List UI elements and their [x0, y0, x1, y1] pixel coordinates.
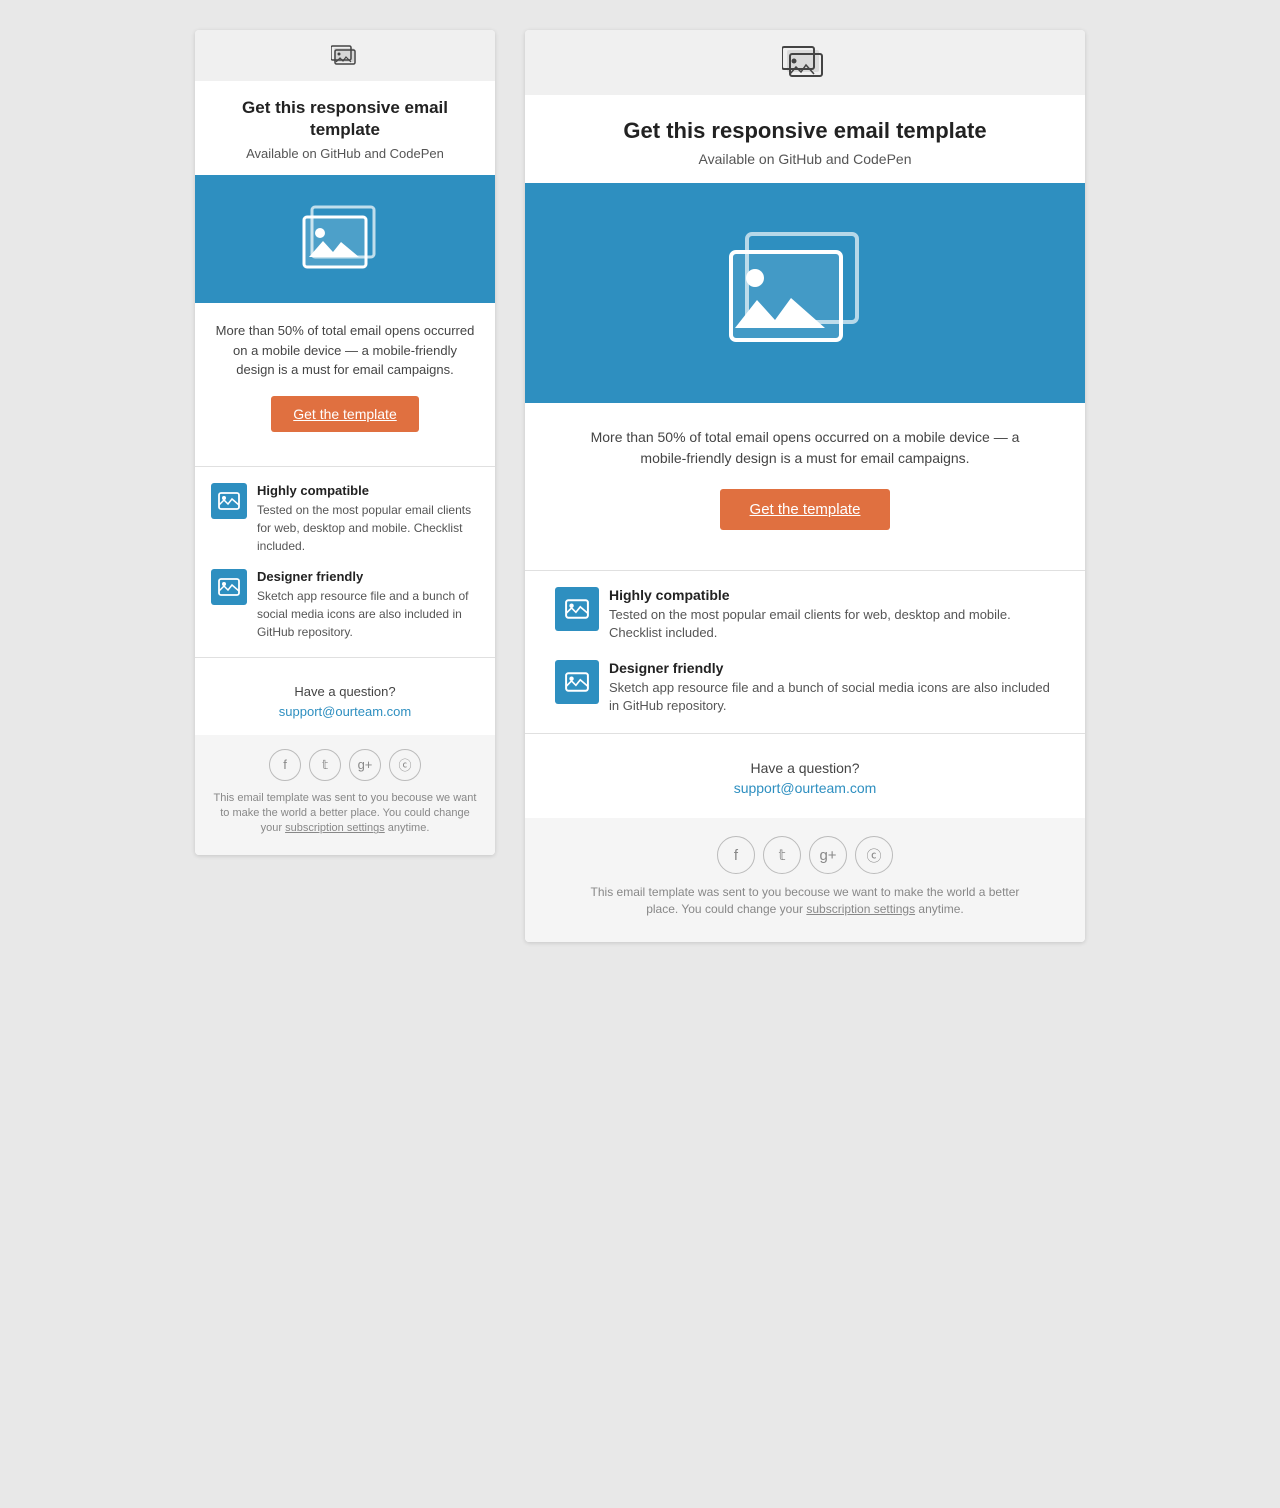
mobile-subscription-link[interactable]: subscription settings — [285, 822, 385, 834]
desktop-facebook-icon[interactable]: f — [717, 836, 755, 874]
desktop-feature-2: Designer friendly Sketch app resource fi… — [555, 660, 1055, 715]
desktop-hero-banner — [525, 183, 1085, 403]
desktop-feature-1: Highly compatible Tested on the most pop… — [555, 587, 1055, 642]
desktop-card-header: Get this responsive email template Avail… — [525, 95, 1085, 183]
mobile-top-icon-area — [195, 30, 495, 81]
desktop-twitter-icon[interactable]: 𝕥 — [763, 836, 801, 874]
mobile-hero-banner — [195, 175, 495, 303]
desktop-title: Get this responsive email template — [565, 117, 1045, 146]
desktop-feature-body-1: Tested on the most popular email clients… — [609, 607, 1011, 640]
desktop-googleplus-icon[interactable]: g+ — [809, 836, 847, 874]
mobile-footer-contact: Have a question? support@ourteam.com — [195, 674, 495, 735]
mobile-feature-2: Designer friendly Sketch app resource fi… — [211, 569, 479, 641]
desktop-social-bar: f 𝕥 g+ ⓒ This email template was sent to… — [525, 818, 1085, 942]
image-icon-desktop-feature-2 — [565, 672, 589, 692]
desktop-email-link[interactable]: support@ourteam.com — [734, 780, 877, 796]
image-stack-icon-small — [331, 44, 359, 66]
desktop-feature-text-1: Highly compatible Tested on the most pop… — [609, 587, 1055, 642]
desktop-email-card: Get this responsive email template Avail… — [525, 30, 1085, 942]
image-stack-icon-large — [782, 44, 828, 80]
desktop-footer-contact: Have a question? support@ourteam.com — [525, 750, 1085, 818]
instagram-icon[interactable]: ⓒ — [389, 749, 421, 781]
desktop-social-icons: f 𝕥 g+ ⓒ — [525, 836, 1085, 874]
mobile-cta-button[interactable]: Get the template — [271, 396, 419, 432]
mobile-description: More than 50% of total email opens occur… — [215, 321, 475, 380]
mobile-feature-text-1: Highly compatible Tested on the most pop… — [257, 483, 479, 555]
desktop-description: More than 50% of total email opens occur… — [575, 427, 1035, 469]
desktop-subscription-link[interactable]: subscription settings — [806, 902, 915, 916]
mobile-feature-title-2: Designer friendly — [257, 569, 479, 584]
mobile-body: More than 50% of total email opens occur… — [195, 303, 495, 450]
desktop-body: More than 50% of total email opens occur… — [525, 403, 1085, 554]
desktop-feature-title-2: Designer friendly — [609, 660, 1055, 676]
mobile-social-icons: f 𝕥 g+ ⓒ — [195, 749, 495, 781]
mobile-email-link[interactable]: support@ourteam.com — [279, 704, 411, 719]
mobile-footer-note: This email template was sent to you beco… — [195, 791, 495, 847]
mobile-card-header: Get this responsive email template Avail… — [195, 81, 495, 175]
mobile-social-bar: f 𝕥 g+ ⓒ This email template was sent to… — [195, 735, 495, 855]
desktop-instagram-icon[interactable]: ⓒ — [855, 836, 893, 874]
mobile-divider-2 — [195, 657, 495, 658]
desktop-footer-end: anytime. — [915, 902, 964, 916]
mobile-feature-body-1: Tested on the most popular email clients… — [257, 503, 471, 553]
mobile-feature-icon-1 — [211, 483, 247, 519]
desktop-feature-text-2: Designer friendly Sketch app resource fi… — [609, 660, 1055, 715]
mobile-feature-icon-2 — [211, 569, 247, 605]
desktop-feature-icon-1 — [555, 587, 599, 631]
twitter-icon[interactable]: 𝕥 — [309, 749, 341, 781]
mobile-feature-1: Highly compatible Tested on the most pop… — [211, 483, 479, 555]
mobile-divider-1 — [195, 466, 495, 467]
googleplus-icon[interactable]: g+ — [349, 749, 381, 781]
mobile-feature-text-2: Designer friendly Sketch app resource fi… — [257, 569, 479, 641]
mobile-subtitle: Available on GitHub and CodePen — [215, 146, 475, 161]
mobile-hero-icon — [300, 203, 390, 275]
desktop-footer-note: This email template was sent to you beco… — [525, 884, 1085, 932]
mobile-footer-end: anytime. — [385, 822, 430, 834]
facebook-icon[interactable]: f — [269, 749, 301, 781]
desktop-feature-icon-2 — [555, 660, 599, 704]
desktop-feature-title-1: Highly compatible — [609, 587, 1055, 603]
desktop-hero-icon — [725, 228, 885, 358]
desktop-features-list: Highly compatible Tested on the most pop… — [525, 587, 1085, 716]
mobile-title: Get this responsive email template — [215, 97, 475, 141]
mobile-feature-title-1: Highly compatible — [257, 483, 479, 498]
image-icon-feature-2 — [218, 578, 240, 596]
desktop-top-icon-area — [525, 30, 1085, 95]
desktop-feature-body-2: Sketch app resource file and a bunch of … — [609, 680, 1050, 713]
mobile-features-list: Highly compatible Tested on the most pop… — [195, 483, 495, 641]
desktop-divider-2 — [525, 733, 1085, 734]
image-icon-feature-1 — [218, 492, 240, 510]
desktop-cta-button[interactable]: Get the template — [720, 489, 891, 530]
mobile-feature-body-2: Sketch app resource file and a bunch of … — [257, 589, 468, 639]
mobile-question: Have a question? — [211, 684, 479, 699]
desktop-question: Have a question? — [555, 760, 1055, 776]
desktop-divider-1 — [525, 570, 1085, 571]
desktop-subtitle: Available on GitHub and CodePen — [565, 151, 1045, 167]
mobile-email-card: Get this responsive email template Avail… — [195, 30, 495, 855]
image-icon-desktop-feature-1 — [565, 599, 589, 619]
